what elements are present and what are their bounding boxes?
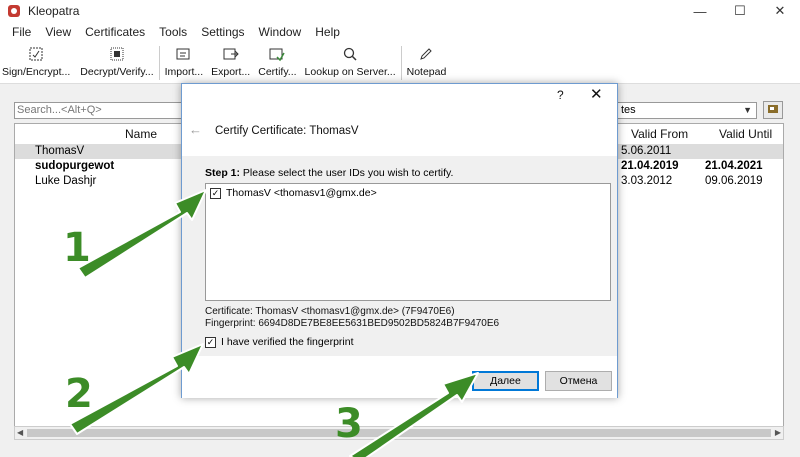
maximize-button[interactable]: ☐ [720, 0, 760, 22]
import-button[interactable]: Import... [163, 42, 206, 82]
menu-tools[interactable]: Tools [152, 25, 194, 39]
annotation-label-2: 2 [65, 371, 93, 417]
verify-fingerprint-checkbox[interactable]: ✓ [205, 336, 216, 348]
filter-value: tes [621, 104, 636, 116]
back-arrow-icon[interactable]: ← [189, 122, 202, 137]
cancel-button[interactable]: Отмена [545, 371, 612, 391]
list-item[interactable]: ✓ ThomasV <thomasv1@gmx.de> [210, 187, 377, 199]
toolbar-separator [158, 46, 160, 80]
certificate-filter-select[interactable]: tes ▼ [612, 102, 757, 119]
cell-valid-from: 3.03.2012 [621, 175, 673, 187]
pencil-icon [416, 45, 436, 63]
close-dialog-button[interactable]: ✕ [590, 85, 603, 103]
decrypt-verify-icon [107, 45, 127, 63]
filter-settings-button[interactable] [763, 101, 783, 119]
certificate-details: Certificate: ThomasV <thomasv1@gmx.de> (… [205, 306, 499, 330]
search-input[interactable]: Search...<Alt+Q> [14, 102, 184, 119]
minimize-button[interactable]: — [680, 0, 720, 22]
cell-name: ThomasV [35, 145, 85, 157]
verify-fingerprint-label: I have verified the fingerprint [221, 336, 354, 348]
user-id-label: ThomasV <thomasv1@gmx.de> [226, 187, 377, 199]
lookup-on-server-button[interactable]: Lookup on Server... [303, 42, 398, 82]
search-icon [340, 45, 360, 63]
fingerprint-line: Fingerprint: 6694D8DE7BE8EE5631BED9502BD… [205, 318, 500, 329]
menu-help[interactable]: Help [308, 25, 347, 39]
scroll-right-icon[interactable]: ▶ [775, 427, 781, 439]
cell-name: sudopurgewot [35, 160, 115, 172]
title-bar: Kleopatra — ☐ ✕ [0, 0, 800, 22]
menu-view[interactable]: View [38, 25, 78, 39]
sign-encrypt-icon [26, 45, 46, 63]
next-button[interactable]: Далее [472, 371, 539, 391]
menu-file[interactable]: File [5, 25, 38, 39]
cell-valid-until: 21.04.2021 [705, 160, 763, 172]
cell-valid-from: 21.04.2019 [621, 160, 679, 172]
scroll-left-icon[interactable]: ◀ [17, 427, 23, 439]
cell-name: Luke Dashjr [35, 175, 97, 187]
import-icon [174, 45, 194, 63]
user-id-list: ✓ ThomasV <thomasv1@gmx.de> [205, 183, 611, 301]
column-header-valid-from[interactable]: Valid From [631, 124, 688, 144]
verify-fingerprint-row[interactable]: ✓ I have verified the fingerprint [205, 336, 354, 348]
scrollbar-thumb[interactable] [27, 429, 771, 437]
user-id-checkbox[interactable]: ✓ [210, 187, 221, 199]
notepad-button[interactable]: Notepad [405, 42, 449, 82]
annotation-label-3: 3 [335, 401, 363, 447]
certificate-filter-icon [767, 103, 779, 118]
certify-icon [267, 45, 287, 63]
certificate-line: Certificate: ThomasV <thomasv1@gmx.de> (… [205, 306, 455, 317]
certify-certificate-dialog: ? ✕ ← Certify Certificate: ThomasV Step … [181, 83, 618, 398]
dialog-title: Certify Certificate: ThomasV [215, 125, 359, 137]
column-header-valid-until[interactable]: Valid Until [719, 124, 772, 144]
menu-settings[interactable]: Settings [194, 25, 251, 39]
sign-encrypt-button[interactable]: Sign/Encrypt... [0, 42, 72, 82]
toolbar-separator [400, 46, 402, 80]
export-icon [221, 45, 241, 63]
certify-button[interactable]: Certify... [256, 42, 298, 82]
decrypt-verify-button[interactable]: Decrypt/Verify... [78, 42, 155, 82]
step-instruction: Step 1: Please select the user IDs you w… [205, 167, 454, 179]
menu-bar: File View Certificates Tools Settings Wi… [0, 22, 800, 42]
help-button[interactable]: ? [557, 88, 564, 102]
column-header-name[interactable]: Name [125, 124, 157, 144]
kleopatra-logo-icon [8, 5, 20, 17]
annotation-label-1: 1 [63, 225, 91, 271]
horizontal-scrollbar[interactable]: ◀ ▶ [14, 426, 784, 440]
cell-valid-from: 5.06.2011 [621, 145, 672, 157]
main-toolbar: Sign/Encrypt... Decrypt/Verify... Import… [0, 42, 800, 84]
cell-valid-until: 09.06.2019 [705, 175, 763, 187]
chevron-down-icon: ▼ [743, 105, 752, 115]
export-button[interactable]: Export... [209, 42, 252, 82]
close-window-button[interactable]: ✕ [760, 0, 800, 22]
menu-certificates[interactable]: Certificates [78, 25, 152, 39]
window-title: Kleopatra [28, 4, 80, 18]
menu-window[interactable]: Window [252, 25, 309, 39]
